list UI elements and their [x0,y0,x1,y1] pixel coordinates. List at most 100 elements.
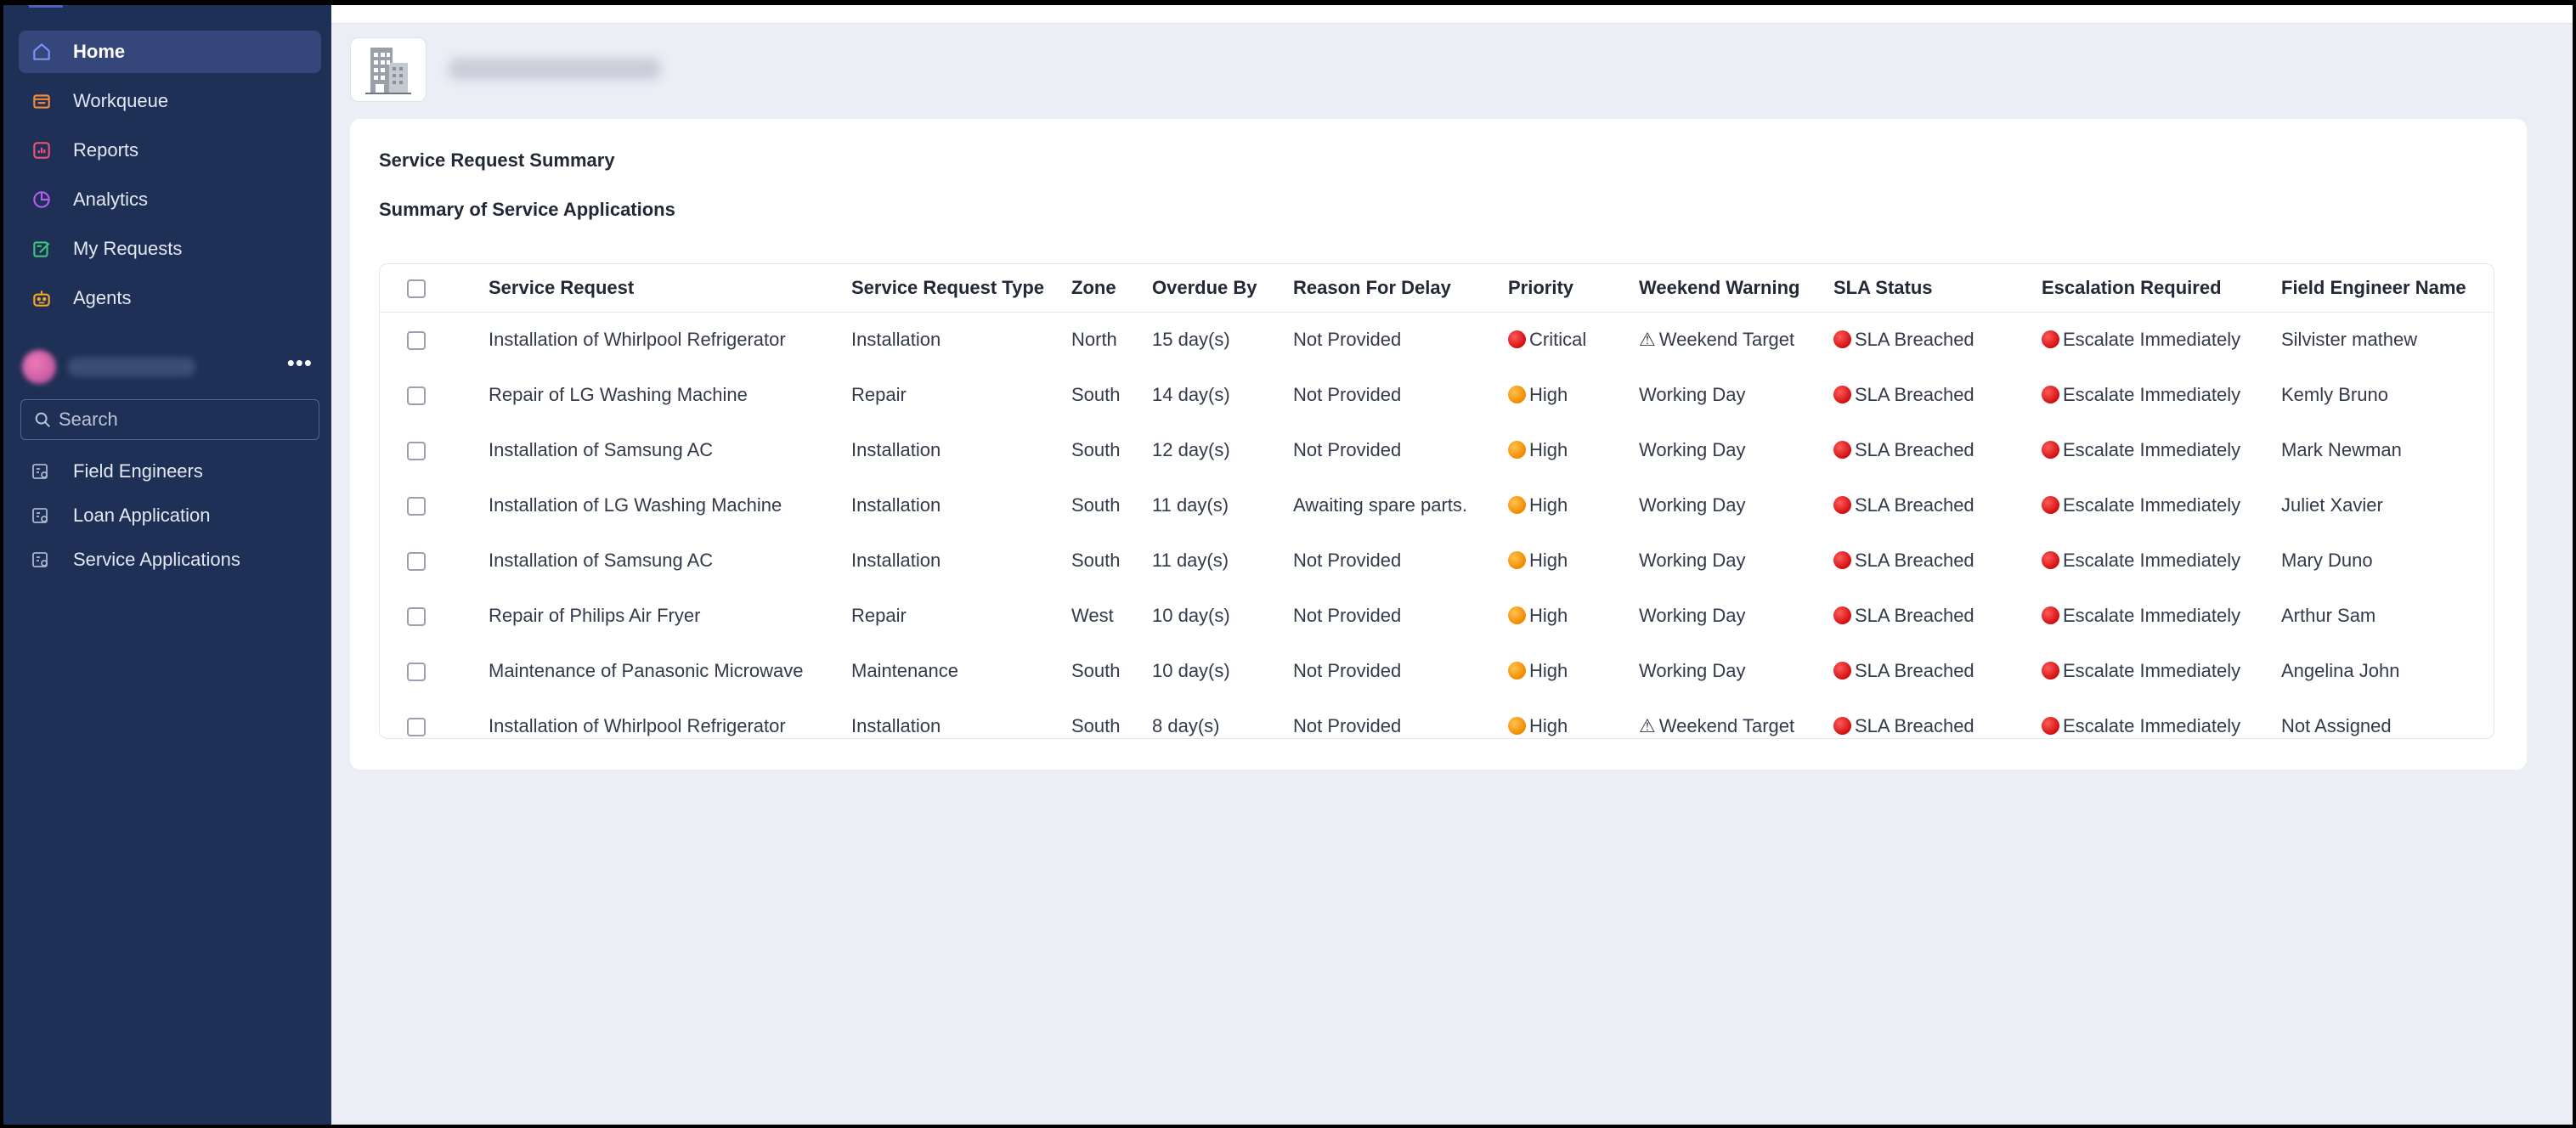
main-content: Service Request Summary Summary of Servi… [331,5,2573,1125]
row-checkbox[interactable] [407,717,426,736]
row-checkbox[interactable] [407,330,426,350]
cell-weekend: Working Day [1639,477,1833,533]
cell-text: Working Day [1639,383,1746,405]
select-all-cell [380,264,489,313]
column-header[interactable]: Reason For Delay [1293,264,1508,313]
cell-text: Not Provided [1293,714,1402,736]
cell-overdue: 10 day(s) [1152,588,1293,643]
cell-text: Maintenance of Panasonic Microwave [489,659,804,681]
cell-weekend: Working Day [1639,588,1833,643]
cell-overdue: 10 day(s) [1152,643,1293,698]
analytics-icon [31,189,53,211]
red-status-dot-icon [1833,606,1851,624]
column-header[interactable]: Overdue By [1152,264,1293,313]
cell-text: South [1071,494,1121,516]
table-row[interactable]: Installation of Whirlpool Refrigerator In… [380,312,2494,367]
page-item-loan-application[interactable]: Loan Application [19,494,321,537]
column-header[interactable]: SLA Status [1833,264,2042,313]
sidebar-item-workqueue[interactable]: Workqueue [19,80,321,122]
sidebar-item-analytics[interactable]: Analytics [19,178,321,221]
cell-text: Weekend Target [1658,714,1795,736]
sidebar-item-my-requests[interactable]: My Requests [19,228,321,270]
search-input[interactable] [59,409,305,431]
column-header[interactable]: Service Request Type [851,264,1071,313]
cell-text: 11 day(s) [1152,549,1229,571]
org-name [68,358,195,376]
cell-text: Weekend Target [1658,328,1795,350]
cell-request: Installation of Whirlpool Refrigerator [489,698,851,738]
sidebar-item-agents[interactable]: Agents [19,277,321,319]
red-status-dot-icon [1833,716,1851,735]
cell-zone: South [1071,367,1152,422]
cell-text: Working Day [1639,659,1746,681]
cell-zone: South [1071,422,1152,477]
orange-status-dot-icon [1508,440,1526,459]
cell-type: Installation [851,312,1071,367]
sidebar-item-label: Agents [73,287,132,308]
cell-weekend: Working Day [1639,643,1833,698]
column-header[interactable]: Zone [1071,264,1152,313]
row-checkbox[interactable] [407,551,426,571]
cell-request: Repair of LG Washing Machine [489,367,851,422]
cell-text: Critical [1529,328,1587,350]
red-status-dot-icon [2042,661,2059,680]
cell-reason: Not Provided [1293,698,1508,738]
red-status-dot-icon [1833,495,1851,514]
table-row[interactable]: Maintenance of Panasonic Microwave Mainte… [380,643,2494,698]
building-icon [365,48,411,94]
cell-text: Escalate Immediately [2063,328,2241,350]
page-item-service-applications[interactable]: Service Applications [19,539,321,581]
table-row[interactable]: Repair of LG Washing Machine Repair South 1… [380,367,2494,422]
page-report-icon [32,552,48,567]
cell-type: Maintenance [851,643,1071,698]
cell-text: Installation of Whirlpool Refrigerator [489,714,786,736]
row-checkbox[interactable] [407,496,426,516]
column-header[interactable]: Field Engineer Name [2281,264,2494,313]
column-header[interactable]: Weekend Warning [1639,264,1833,313]
row-checkbox[interactable] [407,441,426,460]
cell-escalation: Escalate Immediately [2042,643,2281,698]
sidebar-search[interactable] [20,399,319,440]
cell-text: High [1529,659,1568,681]
org-title [449,58,661,80]
table-row[interactable]: Installation of Samsung AC Installation So… [380,533,2494,588]
row-checkbox[interactable] [407,662,426,681]
cell-engineer: Angelina John [2281,643,2494,698]
top-bar [331,5,2573,24]
cell-text: SLA Breached [1855,328,1974,350]
table-row[interactable]: Installation of LG Washing Machine Instal… [380,477,2494,533]
page-item-field-engineers[interactable]: Field Engineers [19,450,321,493]
table-row[interactable]: Installation of Samsung AC Installation So… [380,422,2494,477]
column-header[interactable]: Escalation Required [2042,264,2281,313]
table-row[interactable]: Installation of Whirlpool Refrigerator In… [380,698,2494,738]
cell-reason: Not Provided [1293,422,1508,477]
cell-text: SLA Breached [1855,383,1974,405]
cell-type: Installation [851,477,1071,533]
sidebar-pages: Field Engineers Loan Application Service A… [19,450,321,583]
row-checkbox[interactable] [407,386,426,405]
org-switcher[interactable]: ••• [19,343,321,391]
sidebar-item-reports[interactable]: Reports [19,129,321,172]
cell-text: Arthur Sam [2281,604,2376,626]
cell-priority: High [1508,367,1639,422]
cell-text: High [1529,549,1568,571]
row-select-cell [380,477,489,533]
cell-text: Working Day [1639,438,1746,460]
cell-escalation: Escalate Immediately [2042,588,2281,643]
cell-text: Not Provided [1293,328,1402,350]
cell-text: Working Day [1639,549,1746,571]
cell-priority: High [1508,698,1639,738]
sidebar-item-home[interactable]: Home [19,31,321,73]
more-options-icon[interactable]: ••• [287,350,313,376]
table-row[interactable]: Repair of Philips Air Fryer Repair West 10 … [380,588,2494,643]
select-all-checkbox[interactable] [407,279,426,298]
cell-overdue: 8 day(s) [1152,698,1293,738]
app-window: Home Workqueue Reports Analytics My Requests… [0,0,2576,1128]
page-item-label: Field Engineers [73,460,203,482]
column-header[interactable]: Priority [1508,264,1639,313]
row-checkbox[interactable] [407,606,426,626]
cell-request: Installation of Whirlpool Refrigerator [489,312,851,367]
cell-text: High [1529,494,1568,516]
column-header[interactable]: Service Request [489,264,851,313]
cell-zone: North [1071,312,1152,367]
